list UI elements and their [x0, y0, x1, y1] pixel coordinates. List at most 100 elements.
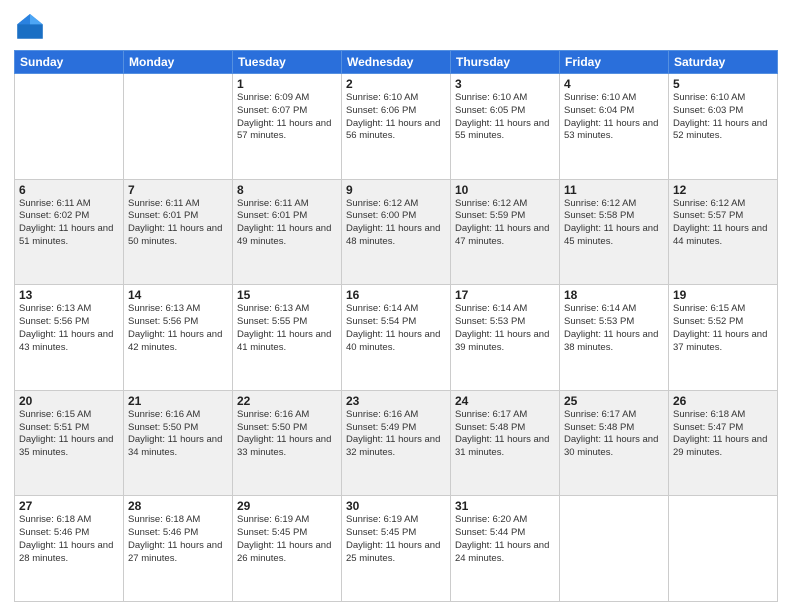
calendar-cell: 27Sunrise: 6:18 AM Sunset: 5:46 PM Dayli… [15, 496, 124, 602]
day-number: 19 [673, 288, 773, 302]
day-info: Sunrise: 6:11 AM Sunset: 6:01 PM Dayligh… [128, 198, 228, 249]
day-info: Sunrise: 6:11 AM Sunset: 6:01 PM Dayligh… [237, 198, 337, 249]
calendar-cell: 28Sunrise: 6:18 AM Sunset: 5:46 PM Dayli… [124, 496, 233, 602]
calendar-cell: 9Sunrise: 6:12 AM Sunset: 6:00 PM Daylig… [342, 179, 451, 285]
day-number: 23 [346, 394, 446, 408]
calendar-cell: 10Sunrise: 6:12 AM Sunset: 5:59 PM Dayli… [451, 179, 560, 285]
calendar-cell: 13Sunrise: 6:13 AM Sunset: 5:56 PM Dayli… [15, 285, 124, 391]
calendar-cell: 22Sunrise: 6:16 AM Sunset: 5:50 PM Dayli… [233, 390, 342, 496]
day-number: 11 [564, 183, 664, 197]
calendar-cell [124, 74, 233, 180]
weekday-header: Saturday [669, 51, 778, 74]
day-info: Sunrise: 6:14 AM Sunset: 5:54 PM Dayligh… [346, 303, 446, 354]
calendar-cell: 24Sunrise: 6:17 AM Sunset: 5:48 PM Dayli… [451, 390, 560, 496]
calendar-cell: 15Sunrise: 6:13 AM Sunset: 5:55 PM Dayli… [233, 285, 342, 391]
day-number: 30 [346, 499, 446, 513]
calendar-cell: 23Sunrise: 6:16 AM Sunset: 5:49 PM Dayli… [342, 390, 451, 496]
day-info: Sunrise: 6:13 AM Sunset: 5:56 PM Dayligh… [128, 303, 228, 354]
day-info: Sunrise: 6:10 AM Sunset: 6:03 PM Dayligh… [673, 92, 773, 143]
day-info: Sunrise: 6:18 AM Sunset: 5:46 PM Dayligh… [128, 514, 228, 565]
calendar-cell: 14Sunrise: 6:13 AM Sunset: 5:56 PM Dayli… [124, 285, 233, 391]
day-number: 13 [19, 288, 119, 302]
header [14, 10, 778, 42]
calendar-cell: 31Sunrise: 6:20 AM Sunset: 5:44 PM Dayli… [451, 496, 560, 602]
weekday-header: Thursday [451, 51, 560, 74]
day-number: 4 [564, 77, 664, 91]
weekday-header: Friday [560, 51, 669, 74]
day-number: 5 [673, 77, 773, 91]
calendar-week-row: 1Sunrise: 6:09 AM Sunset: 6:07 PM Daylig… [15, 74, 778, 180]
day-info: Sunrise: 6:20 AM Sunset: 5:44 PM Dayligh… [455, 514, 555, 565]
day-number: 26 [673, 394, 773, 408]
day-info: Sunrise: 6:10 AM Sunset: 6:04 PM Dayligh… [564, 92, 664, 143]
calendar-cell [669, 496, 778, 602]
calendar-week-row: 27Sunrise: 6:18 AM Sunset: 5:46 PM Dayli… [15, 496, 778, 602]
day-info: Sunrise: 6:13 AM Sunset: 5:55 PM Dayligh… [237, 303, 337, 354]
day-info: Sunrise: 6:09 AM Sunset: 6:07 PM Dayligh… [237, 92, 337, 143]
calendar-cell: 12Sunrise: 6:12 AM Sunset: 5:57 PM Dayli… [669, 179, 778, 285]
day-info: Sunrise: 6:17 AM Sunset: 5:48 PM Dayligh… [564, 409, 664, 460]
day-number: 3 [455, 77, 555, 91]
calendar-cell: 1Sunrise: 6:09 AM Sunset: 6:07 PM Daylig… [233, 74, 342, 180]
logo-icon [14, 10, 46, 42]
calendar-cell: 21Sunrise: 6:16 AM Sunset: 5:50 PM Dayli… [124, 390, 233, 496]
page: SundayMondayTuesdayWednesdayThursdayFrid… [0, 0, 792, 612]
calendar-cell: 2Sunrise: 6:10 AM Sunset: 6:06 PM Daylig… [342, 74, 451, 180]
calendar-cell: 7Sunrise: 6:11 AM Sunset: 6:01 PM Daylig… [124, 179, 233, 285]
day-number: 15 [237, 288, 337, 302]
weekday-header: Sunday [15, 51, 124, 74]
calendar-cell: 11Sunrise: 6:12 AM Sunset: 5:58 PM Dayli… [560, 179, 669, 285]
day-number: 10 [455, 183, 555, 197]
calendar-week-row: 20Sunrise: 6:15 AM Sunset: 5:51 PM Dayli… [15, 390, 778, 496]
day-info: Sunrise: 6:10 AM Sunset: 6:06 PM Dayligh… [346, 92, 446, 143]
day-number: 17 [455, 288, 555, 302]
day-number: 16 [346, 288, 446, 302]
day-number: 20 [19, 394, 119, 408]
calendar-cell: 4Sunrise: 6:10 AM Sunset: 6:04 PM Daylig… [560, 74, 669, 180]
day-info: Sunrise: 6:12 AM Sunset: 6:00 PM Dayligh… [346, 198, 446, 249]
day-info: Sunrise: 6:11 AM Sunset: 6:02 PM Dayligh… [19, 198, 119, 249]
day-number: 2 [346, 77, 446, 91]
day-info: Sunrise: 6:12 AM Sunset: 5:59 PM Dayligh… [455, 198, 555, 249]
weekday-header: Monday [124, 51, 233, 74]
day-number: 12 [673, 183, 773, 197]
day-info: Sunrise: 6:18 AM Sunset: 5:46 PM Dayligh… [19, 514, 119, 565]
calendar-cell: 20Sunrise: 6:15 AM Sunset: 5:51 PM Dayli… [15, 390, 124, 496]
day-number: 25 [564, 394, 664, 408]
day-number: 8 [237, 183, 337, 197]
calendar-cell [560, 496, 669, 602]
day-info: Sunrise: 6:14 AM Sunset: 5:53 PM Dayligh… [455, 303, 555, 354]
day-number: 22 [237, 394, 337, 408]
calendar-cell: 25Sunrise: 6:17 AM Sunset: 5:48 PM Dayli… [560, 390, 669, 496]
day-info: Sunrise: 6:16 AM Sunset: 5:49 PM Dayligh… [346, 409, 446, 460]
day-number: 28 [128, 499, 228, 513]
calendar-cell: 30Sunrise: 6:19 AM Sunset: 5:45 PM Dayli… [342, 496, 451, 602]
day-info: Sunrise: 6:19 AM Sunset: 5:45 PM Dayligh… [346, 514, 446, 565]
calendar-week-row: 13Sunrise: 6:13 AM Sunset: 5:56 PM Dayli… [15, 285, 778, 391]
weekday-header: Wednesday [342, 51, 451, 74]
day-info: Sunrise: 6:14 AM Sunset: 5:53 PM Dayligh… [564, 303, 664, 354]
calendar-cell: 19Sunrise: 6:15 AM Sunset: 5:52 PM Dayli… [669, 285, 778, 391]
calendar-cell: 3Sunrise: 6:10 AM Sunset: 6:05 PM Daylig… [451, 74, 560, 180]
day-number: 14 [128, 288, 228, 302]
day-number: 1 [237, 77, 337, 91]
day-info: Sunrise: 6:18 AM Sunset: 5:47 PM Dayligh… [673, 409, 773, 460]
calendar-cell: 5Sunrise: 6:10 AM Sunset: 6:03 PM Daylig… [669, 74, 778, 180]
logo [14, 10, 50, 42]
day-info: Sunrise: 6:12 AM Sunset: 5:57 PM Dayligh… [673, 198, 773, 249]
day-info: Sunrise: 6:12 AM Sunset: 5:58 PM Dayligh… [564, 198, 664, 249]
day-number: 7 [128, 183, 228, 197]
calendar-cell [15, 74, 124, 180]
day-info: Sunrise: 6:17 AM Sunset: 5:48 PM Dayligh… [455, 409, 555, 460]
calendar-cell: 26Sunrise: 6:18 AM Sunset: 5:47 PM Dayli… [669, 390, 778, 496]
day-number: 27 [19, 499, 119, 513]
calendar-cell: 6Sunrise: 6:11 AM Sunset: 6:02 PM Daylig… [15, 179, 124, 285]
day-number: 24 [455, 394, 555, 408]
day-info: Sunrise: 6:13 AM Sunset: 5:56 PM Dayligh… [19, 303, 119, 354]
calendar-week-row: 6Sunrise: 6:11 AM Sunset: 6:02 PM Daylig… [15, 179, 778, 285]
day-info: Sunrise: 6:15 AM Sunset: 5:51 PM Dayligh… [19, 409, 119, 460]
calendar-table: SundayMondayTuesdayWednesdayThursdayFrid… [14, 50, 778, 602]
calendar-cell: 17Sunrise: 6:14 AM Sunset: 5:53 PM Dayli… [451, 285, 560, 391]
day-number: 29 [237, 499, 337, 513]
day-number: 18 [564, 288, 664, 302]
